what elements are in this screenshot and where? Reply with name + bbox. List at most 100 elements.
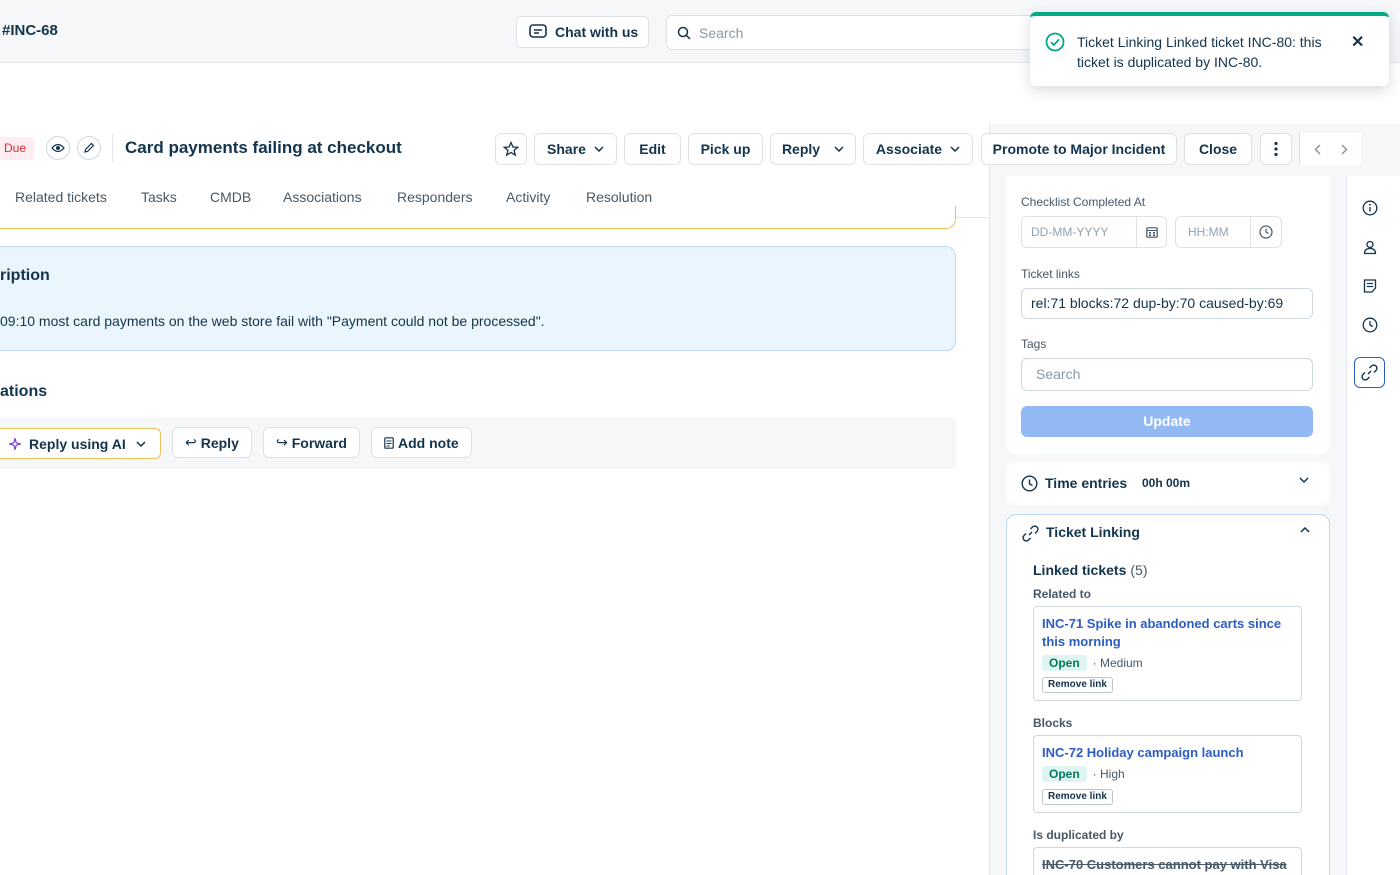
- chat-icon: [529, 24, 547, 38]
- link-icon[interactable]: [1354, 357, 1385, 388]
- checklist-time-input[interactable]: HH:MM: [1175, 216, 1282, 248]
- checklist-label: Checklist Completed At: [1021, 195, 1146, 209]
- share-button[interactable]: Share: [534, 133, 617, 165]
- star-button[interactable]: [495, 133, 527, 165]
- time-entries-value: 00h 00m: [1142, 476, 1191, 490]
- clock-icon[interactable]: [1250, 217, 1281, 247]
- share-label: Share: [547, 141, 586, 157]
- chat-label: Chat with us: [555, 24, 639, 40]
- tab-associations[interactable]: Associations: [283, 189, 362, 205]
- ticket-links-input[interactable]: rel:71 blocks:72 dup-by:70 caused-by:69: [1021, 288, 1313, 319]
- eye-icon: [51, 143, 65, 153]
- forward-button[interactable]: ↪ Forward: [263, 427, 360, 458]
- linked-ticket-link[interactable]: INC-72 Holiday campaign launch: [1042, 744, 1292, 762]
- tab-tasks[interactable]: Tasks: [141, 189, 177, 205]
- reply-conv-label: Reply: [200, 434, 239, 451]
- edit-button[interactable]: Edit: [624, 133, 681, 165]
- user-icon[interactable]: [1356, 233, 1384, 261]
- add-note-button[interactable]: Add note: [371, 427, 472, 458]
- group-label-duplicated-by: Is duplicated by: [1033, 828, 1124, 842]
- info-icon[interactable]: [1356, 194, 1384, 222]
- group-label-blocks: Blocks: [1033, 716, 1073, 730]
- linked-ticket-card: INC-71 Spike in abandoned carts since th…: [1033, 606, 1302, 701]
- toast-message: Ticket Linking Linked ticket INC-80: thi…: [1077, 34, 1322, 70]
- linked-ticket-link[interactable]: INC-70 Customers cannot pay with Visa: [1042, 856, 1292, 874]
- linked-tickets-count: (5): [1130, 562, 1148, 578]
- promote-major-incident-button[interactable]: Promote to Major Incident: [981, 133, 1177, 165]
- reply-arrow-icon: ↩: [185, 434, 197, 450]
- group-label-related: Related to: [1033, 587, 1092, 601]
- breadcrumb[interactable]: #INC-68: [2, 22, 58, 39]
- calendar-icon[interactable]: [1136, 217, 1166, 247]
- linked-ticket-meta: Open · High: [1042, 766, 1125, 782]
- edit-title-button[interactable]: [77, 136, 101, 160]
- linked-ticket-link[interactable]: INC-71 Spike in abandoned carts since th…: [1042, 615, 1292, 651]
- tab-cmdb[interactable]: CMDB: [210, 189, 251, 205]
- clock-icon: [1021, 475, 1038, 492]
- forward-label: Forward: [291, 434, 347, 451]
- update-button[interactable]: Update: [1021, 406, 1313, 437]
- tags-search-input[interactable]: Search: [1021, 358, 1313, 391]
- chevron-left-icon[interactable]: [1313, 143, 1321, 155]
- search-icon: [677, 26, 691, 40]
- linked-ticket-meta: Open · Medium: [1042, 655, 1143, 671]
- description-panel: [0, 246, 956, 351]
- chevron-down-icon: [950, 146, 960, 152]
- chevron-right-icon[interactable]: [1340, 143, 1348, 155]
- ticket-linking-title: Ticket Linking: [1046, 524, 1140, 540]
- reply-conversation-button[interactable]: ↩ Reply: [172, 427, 252, 458]
- star-icon: [503, 141, 519, 157]
- watch-button[interactable]: [46, 136, 70, 160]
- remove-link-button[interactable]: Remove link: [1042, 677, 1113, 693]
- link-icon: [1022, 525, 1039, 542]
- status-badge: Open: [1042, 766, 1087, 782]
- close-button[interactable]: Close: [1184, 133, 1252, 165]
- divider: [112, 134, 113, 162]
- time-entries-card[interactable]: Time entries 00h 00m: [1006, 462, 1330, 505]
- tags-label: Tags: [1021, 337, 1047, 351]
- pick-up-button[interactable]: Pick up: [688, 133, 763, 165]
- tab-related-tickets[interactable]: Related tickets: [15, 189, 107, 205]
- more-options-button[interactable]: [1260, 133, 1292, 165]
- tab-activity[interactable]: Activity: [506, 189, 550, 205]
- tab-resolution[interactable]: Resolution: [586, 189, 652, 205]
- linked-ticket-card: INC-70 Customers cannot pay with Visa: [1033, 847, 1302, 875]
- chevron-down-icon[interactable]: [1299, 477, 1309, 483]
- description-text: 09:10 most card payments on the web stor…: [0, 313, 545, 329]
- associate-label: Associate: [875, 141, 943, 157]
- toast-close-button[interactable]: ✕: [1351, 32, 1364, 52]
- linked-tickets-label: Linked tickets: [1033, 562, 1127, 578]
- remove-link-button[interactable]: Remove link: [1042, 789, 1113, 805]
- chat-with-us-button[interactable]: Chat with us: [516, 16, 649, 48]
- date-placeholder: DD-MM-YYYY: [1031, 225, 1109, 239]
- reply-button[interactable]: Reply: [770, 133, 856, 165]
- time-placeholder: HH:MM: [1188, 225, 1229, 239]
- tab-responders[interactable]: Responders: [397, 189, 473, 205]
- reply-ai-label: Reply using AI: [29, 435, 126, 452]
- check-circle-icon: [1045, 32, 1065, 52]
- time-entries-title: Time entries: [1045, 475, 1128, 491]
- chevron-down-icon: [136, 440, 146, 447]
- global-search-input[interactable]: Search: [666, 15, 1066, 50]
- chevron-down-icon: [594, 146, 604, 152]
- reply-using-ai-button[interactable]: Reply using AI: [0, 428, 161, 459]
- sparkle-icon: [9, 437, 21, 450]
- linked-tickets-heading: Linked tickets (5): [1033, 562, 1148, 578]
- reply-label: Reply: [781, 141, 821, 157]
- priority-text: · Medium: [1092, 656, 1143, 670]
- checklist-date-input[interactable]: DD-MM-YYYY: [1021, 216, 1167, 248]
- due-badge: Due: [0, 137, 34, 160]
- ticket-title: Card payments failing at checkout: [125, 138, 402, 157]
- associate-button[interactable]: Associate: [863, 133, 973, 165]
- history-clock-icon[interactable]: [1356, 311, 1384, 339]
- ticket-links-label: Ticket links: [1021, 267, 1080, 281]
- chevron-up-icon[interactable]: [1300, 527, 1310, 533]
- search-placeholder: Search: [699, 24, 744, 41]
- previous-panel-edge: [0, 206, 956, 229]
- notes-icon[interactable]: [1356, 272, 1384, 300]
- add-note-label: Add note: [398, 434, 459, 451]
- pencil-icon: [84, 142, 95, 153]
- success-toast: Ticket Linking Linked ticket INC-80: thi…: [1030, 12, 1389, 86]
- priority-text: · High: [1092, 767, 1125, 781]
- description-heading: ription: [0, 267, 50, 284]
